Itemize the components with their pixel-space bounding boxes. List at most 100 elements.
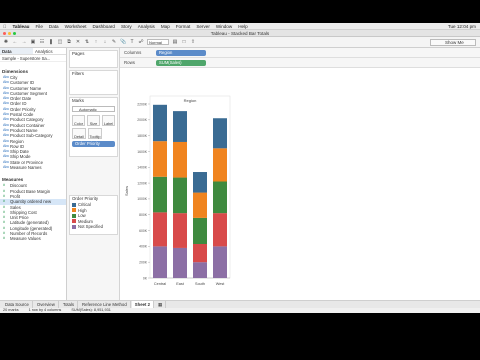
region-pill[interactable]: Region: [156, 49, 206, 56]
pages-card[interactable]: Pages: [69, 50, 118, 68]
menu-dashboard[interactable]: Dashboard: [92, 24, 114, 29]
field-label: Measure Names: [10, 165, 42, 171]
sort-desc-icon[interactable]: ↓: [102, 39, 108, 45]
clear-icon[interactable]: ✕: [75, 39, 81, 45]
bar-segment: [193, 262, 207, 278]
marks-card-title: Marks: [72, 98, 84, 103]
size-button[interactable]: Size: [87, 115, 100, 126]
columns-shelf-label: Columns: [124, 50, 142, 55]
y-axis-title: Sales: [124, 186, 129, 196]
new-sheet-icon[interactable]: ▦: [155, 301, 167, 308]
tab-data[interactable]: Data: [0, 48, 33, 54]
fix-axes-icon[interactable]: ☍: [138, 39, 144, 45]
sort-asc-icon[interactable]: ↑: [93, 39, 99, 45]
worksheet-area: Columns Region Rows SUM(Sales) Region Sal…: [120, 48, 480, 300]
y-tick-label: 0K: [143, 276, 148, 280]
y-tick-label: 600K: [139, 229, 148, 233]
bar-segment: [193, 243, 207, 263]
menu-clock[interactable]: Tue 12:04 pm: [448, 24, 476, 29]
dimensions-list: Abc City Abc Customer ID Abc Customer Name Abc…: [0, 75, 66, 170]
labels-icon[interactable]: T: [129, 39, 135, 45]
zoom-window-button[interactable]: [13, 32, 16, 35]
menu-map[interactable]: Map: [161, 24, 170, 29]
menu-help[interactable]: Help: [238, 24, 247, 29]
tooltip-button[interactable]: Tooltip: [88, 128, 102, 139]
color-button[interactable]: Color: [72, 115, 85, 126]
dimension-field[interactable]: Abc Measure Names: [0, 165, 66, 170]
tab-overview[interactable]: Overview: [34, 301, 59, 308]
bar-segment: [173, 111, 187, 142]
y-tick-label: 1400K: [137, 166, 148, 170]
highlight-icon[interactable]: ✎: [111, 39, 117, 45]
tab-data-source[interactable]: Data Source: [2, 301, 33, 308]
filters-card-title: Filters: [72, 71, 84, 76]
legend-label: Low: [78, 213, 86, 219]
apple-icon[interactable]: : [3, 24, 6, 29]
duplicate-icon[interactable]: ⧉: [66, 39, 72, 45]
tab-sheet-2[interactable]: Sheet 2: [131, 301, 155, 308]
y-tick-label: 200K: [139, 260, 148, 264]
x-category-label: West: [216, 282, 226, 286]
minimize-window-button[interactable]: [8, 32, 11, 35]
menu-server[interactable]: Server: [196, 24, 210, 29]
pages-card-title: Pages: [72, 51, 85, 56]
save-icon[interactable]: ▣: [30, 39, 36, 45]
bar-segment: [173, 141, 187, 178]
field-label: Measure Values: [10, 236, 41, 242]
group-icon[interactable]: 📎: [120, 39, 126, 45]
tab-reference-line-method[interactable]: Reference Line Method: [79, 301, 131, 308]
bar-segment: [153, 104, 167, 142]
chart-icon[interactable]: ▤: [172, 39, 178, 45]
bar-segment: [173, 177, 187, 214]
legend-label: Critical: [78, 202, 91, 208]
mark-type-select[interactable]: Automatic: [72, 106, 115, 112]
menu-analysis[interactable]: Analysis: [138, 24, 155, 29]
color-order-priority-pill[interactable]: Order Priority: [72, 141, 115, 147]
region-header: Region: [184, 98, 197, 103]
legend-item-not-specified[interactable]: Not Specified: [70, 224, 117, 230]
menu-app[interactable]: Tableau: [12, 24, 29, 29]
y-tick-label: 1000K: [137, 197, 148, 201]
new-worksheet-icon[interactable]: ◫: [57, 39, 63, 45]
menu-window[interactable]: Window: [216, 24, 232, 29]
menu-story[interactable]: Story: [121, 24, 132, 29]
fit-select[interactable]: Normal: [147, 39, 169, 45]
tableau-logo-icon[interactable]: ✺: [3, 39, 9, 45]
detail-button[interactable]: Detail: [72, 128, 86, 139]
presentation-icon[interactable]: □: [181, 39, 187, 45]
tab-totals[interactable]: Totals: [60, 301, 79, 308]
tab-analytics[interactable]: Analytics: [33, 48, 66, 54]
cards-pane: Pages Filters Marks Automatic Color Size…: [67, 48, 120, 300]
swap-icon[interactable]: ⇅: [84, 39, 90, 45]
label-button[interactable]: Label: [102, 115, 115, 126]
datasource-item[interactable]: Sample - Superstore Sa...: [0, 55, 66, 62]
bar-segment: [153, 212, 167, 247]
rows-shelf[interactable]: Rows SUM(Sales): [120, 58, 480, 68]
mark-buttons-row-1: Color Size Label: [70, 114, 117, 127]
columns-shelf[interactable]: Columns Region: [120, 48, 480, 58]
new-datasource-icon[interactable]: ☷: [39, 39, 45, 45]
forward-icon[interactable]: →: [21, 39, 27, 45]
filters-card[interactable]: Filters: [69, 70, 118, 95]
back-icon[interactable]: ←: [12, 39, 18, 45]
menu-format[interactable]: Format: [176, 24, 191, 29]
menu-file[interactable]: File: [35, 24, 42, 29]
bar-segment: [213, 213, 227, 247]
toolbar: ✺ ← → ▣ ☷ ❚ ◫ ⧉ ✕ ⇅ ↑ ↓ ✎ 📎 T ☍ Normal ▤…: [0, 37, 480, 48]
pause-updates-icon[interactable]: ❚: [48, 39, 54, 45]
color-legend-card: Order Priority Critical High Low Medium …: [69, 195, 118, 235]
sum-sales-pill[interactable]: SUM(Sales): [156, 59, 206, 66]
share-icon[interactable]: ⇧: [190, 39, 196, 45]
bar-segment: [173, 213, 187, 248]
menu-worksheet[interactable]: Worksheet: [65, 24, 87, 29]
measures-list: # Discount # Product Base Margin # Profit # Qua…: [0, 183, 66, 241]
sheet-tabs: Data Source Overview Totals Reference Li…: [0, 300, 480, 308]
mark-buttons-row-2: Detail Tooltip: [70, 127, 117, 140]
close-window-button[interactable]: [3, 32, 6, 35]
menu-data[interactable]: Data: [49, 24, 59, 29]
show-me-button[interactable]: Show Me: [430, 39, 476, 46]
stacked-bar-chart[interactable]: Region Sales 0K 200K 400K 600K 800K 1000K 1200K 1…: [120, 68, 480, 300]
tableau-desktop:  Tableau File Data Worksheet Dashboard …: [0, 23, 480, 313]
measure-icon: #: [3, 236, 5, 241]
measure-field[interactable]: # Measure Values: [0, 236, 66, 241]
